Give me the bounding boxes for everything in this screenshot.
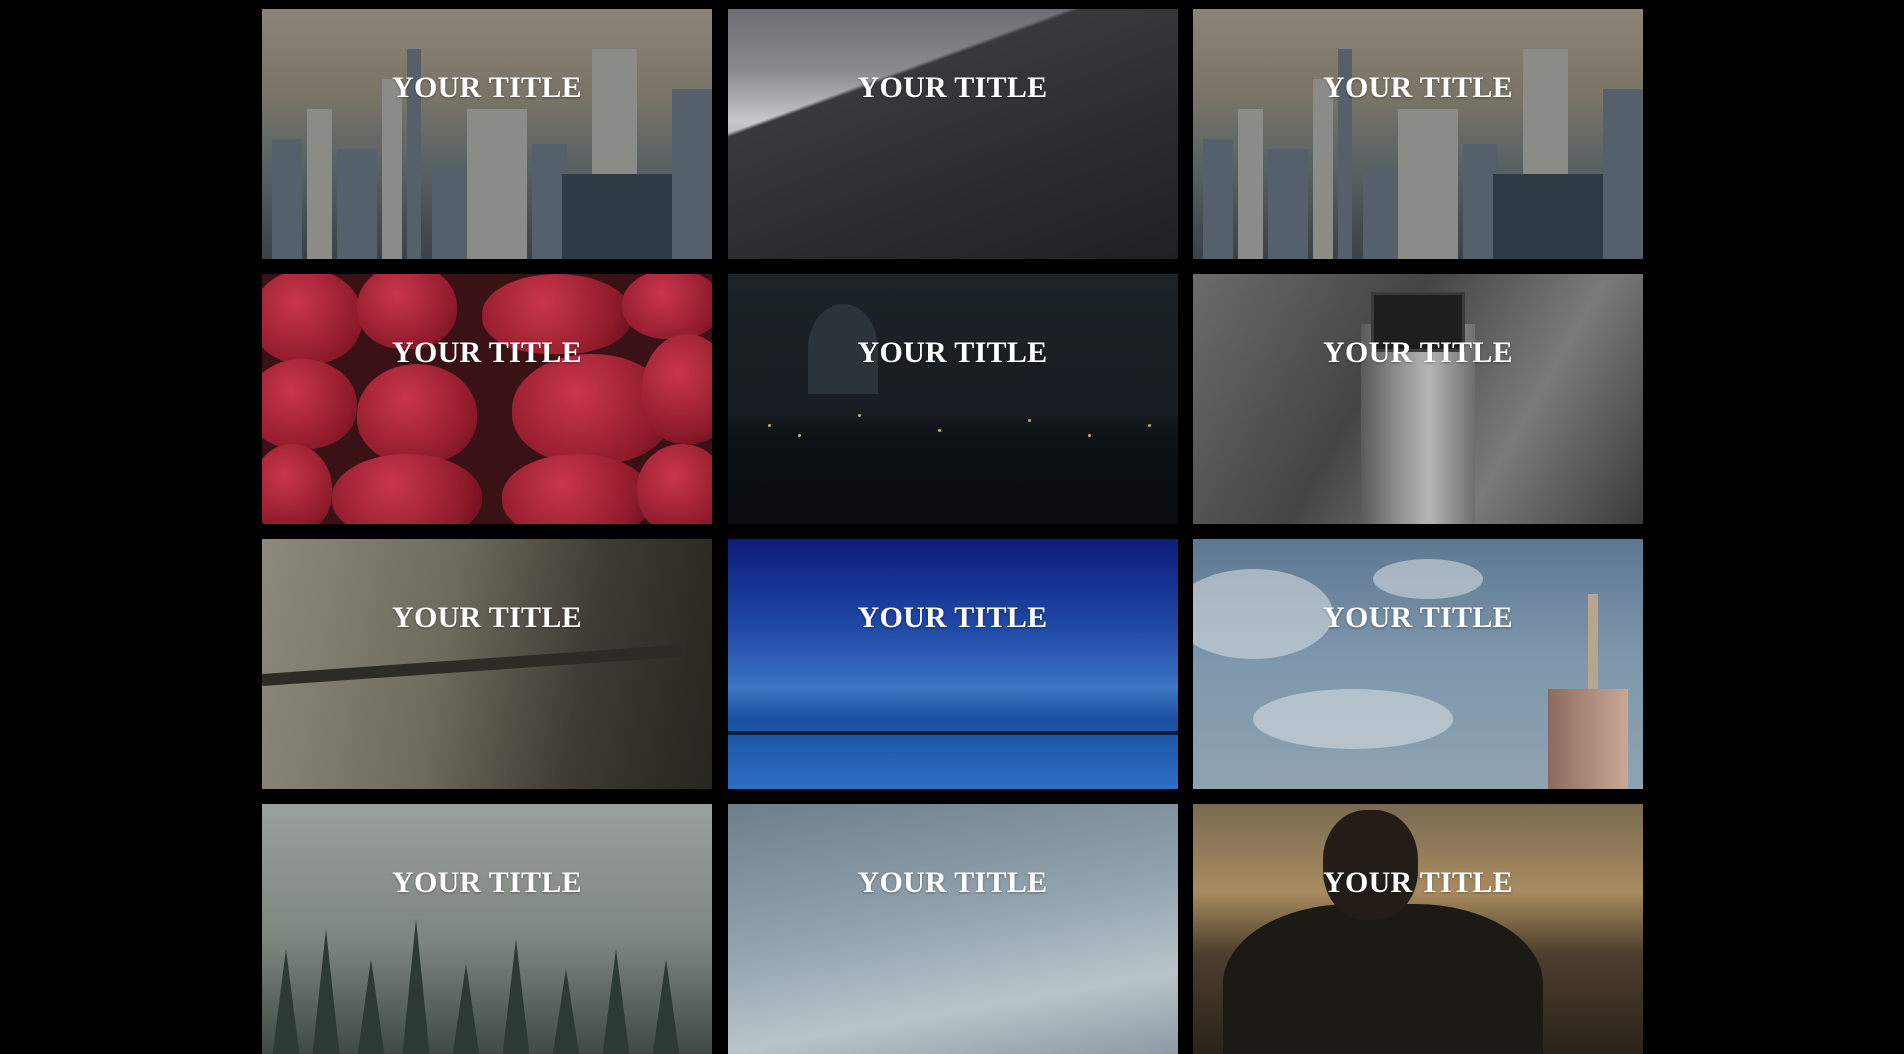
gallery-tile-sky[interactable]: YOUR TITLE — [1193, 539, 1643, 789]
gallery-tile-foggy-bridge[interactable]: YOUR TITLE — [262, 539, 712, 789]
tile-image — [1193, 274, 1643, 524]
tile-image — [1193, 539, 1643, 789]
tile-image — [262, 804, 712, 1054]
gallery-tile-strawberries[interactable]: YOUR TITLE — [262, 274, 712, 524]
gallery-tile-city[interactable]: YOUR TITLE — [262, 9, 712, 259]
gallery-tile-pale-sky[interactable]: YOUR TITLE — [727, 804, 1178, 1054]
image-gallery: YOUR TITLE YOUR TITLE YOUR TITLE YOUR TI… — [262, 9, 1643, 1054]
gallery-tile-night-city[interactable]: YOUR TITLE — [727, 274, 1178, 524]
tile-title: YOUR TITLE — [391, 336, 582, 369]
tile-title: YOUR TITLE — [857, 336, 1048, 369]
tile-title: YOUR TITLE — [1322, 601, 1513, 634]
gallery-tile-clouds[interactable]: YOUR TITLE — [727, 9, 1178, 259]
tile-image — [1193, 804, 1643, 1054]
tile-image — [262, 9, 712, 259]
tile-title: YOUR TITLE — [1322, 336, 1513, 369]
tile-image — [262, 539, 712, 789]
tile-title: YOUR TITLE — [857, 601, 1048, 634]
tile-title: YOUR TITLE — [857, 866, 1048, 899]
tile-image — [1193, 9, 1643, 259]
tile-image — [727, 804, 1178, 1054]
tile-title: YOUR TITLE — [391, 71, 582, 104]
gallery-tile-sea[interactable]: YOUR TITLE — [727, 539, 1178, 789]
tile-title: YOUR TITLE — [857, 71, 1048, 104]
tile-title: YOUR TITLE — [1322, 866, 1513, 899]
gallery-tile-city[interactable]: YOUR TITLE — [1193, 9, 1643, 259]
gallery-tile-person[interactable]: YOUR TITLE — [1193, 804, 1643, 1054]
tile-title: YOUR TITLE — [391, 601, 582, 634]
tile-image — [727, 9, 1178, 259]
gallery-tile-forest[interactable]: YOUR TITLE — [262, 804, 712, 1054]
tile-title: YOUR TITLE — [391, 866, 582, 899]
tile-image — [262, 274, 712, 524]
tile-title: YOUR TITLE — [1322, 71, 1513, 104]
tile-image — [727, 539, 1178, 789]
gallery-tile-lighthouse[interactable]: YOUR TITLE — [1193, 274, 1643, 524]
